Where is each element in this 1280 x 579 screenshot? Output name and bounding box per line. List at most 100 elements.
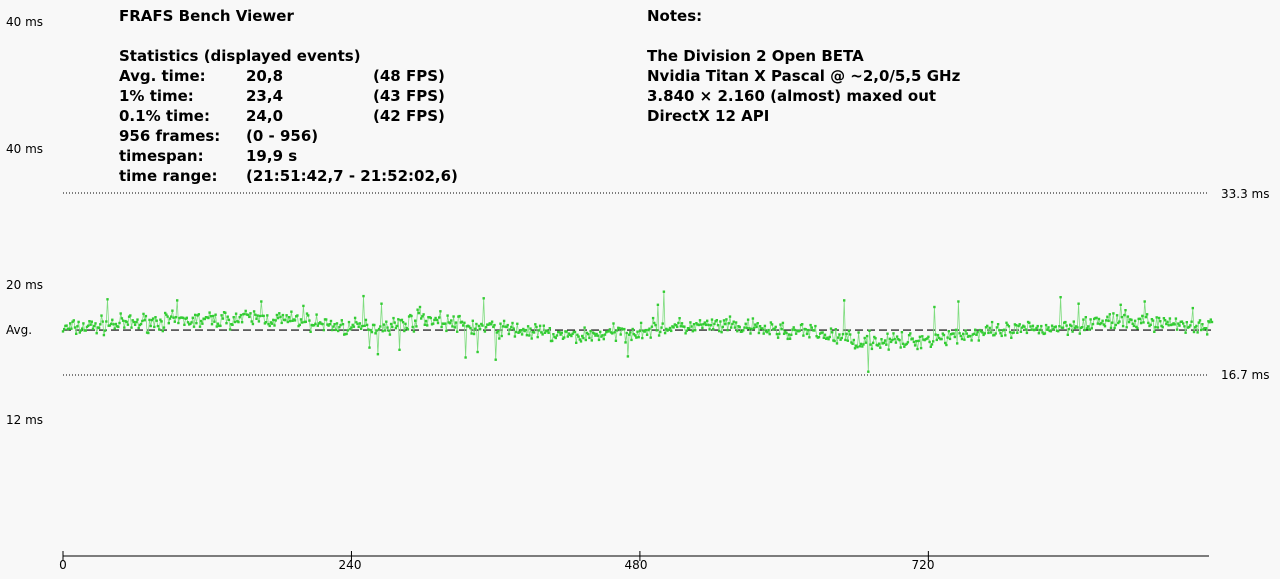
frame-point xyxy=(137,326,140,330)
stat-label-timespan: timespan: xyxy=(119,147,204,165)
frame-point xyxy=(450,319,453,322)
frame-point xyxy=(220,314,223,317)
frame-point xyxy=(645,333,649,336)
frame-point xyxy=(61,330,65,333)
frame-point xyxy=(373,323,376,327)
frame-point xyxy=(1038,328,1042,332)
frame-point xyxy=(483,330,487,333)
frame-point xyxy=(615,329,619,332)
frame-point xyxy=(956,342,959,345)
stat-value-01pct: 24,0 xyxy=(246,107,284,125)
frame-point xyxy=(1173,323,1176,326)
frame-point xyxy=(1019,330,1023,333)
frame-point xyxy=(626,355,630,358)
frame-point xyxy=(350,326,353,329)
frame-point xyxy=(260,300,263,303)
frame-point xyxy=(513,335,517,338)
frame-point xyxy=(752,326,756,330)
frame-point xyxy=(1010,336,1013,339)
frame-point xyxy=(251,322,255,326)
frame-point xyxy=(1136,327,1139,330)
frame-point xyxy=(612,322,615,325)
frame-point xyxy=(975,333,978,336)
frame-point xyxy=(770,323,774,326)
frame-point xyxy=(502,319,506,323)
frame-point xyxy=(1091,322,1095,326)
frame-point xyxy=(404,322,407,325)
frame-point xyxy=(474,327,477,330)
frame-point xyxy=(840,336,843,340)
frame-point xyxy=(1081,326,1084,329)
frame-point xyxy=(1108,313,1111,316)
frame-point xyxy=(987,331,990,335)
frame-point xyxy=(287,316,291,319)
frame-point xyxy=(871,341,875,344)
frame-point xyxy=(244,309,247,313)
frame-point xyxy=(921,335,924,338)
frame-point xyxy=(1067,327,1071,331)
frame-point xyxy=(1106,315,1109,318)
frame-point xyxy=(644,328,648,332)
frame-point xyxy=(358,322,362,325)
frame-point xyxy=(111,318,114,321)
frame-point xyxy=(888,337,892,340)
frame-point xyxy=(579,340,583,343)
frame-point xyxy=(725,318,728,321)
frame-point xyxy=(1064,320,1067,324)
frame-point xyxy=(793,328,797,332)
frame-point xyxy=(635,336,638,339)
frame-point xyxy=(1149,323,1152,326)
frame-point xyxy=(1163,319,1167,322)
frame-point xyxy=(660,326,663,329)
frame-point xyxy=(613,331,616,334)
frame-point xyxy=(691,330,694,333)
frame-point xyxy=(130,326,133,329)
stat-value-timespan: 19,9 s xyxy=(246,147,298,165)
frame-point xyxy=(1115,314,1119,317)
frame-point xyxy=(482,297,485,300)
frame-point xyxy=(880,338,883,341)
frame-point xyxy=(100,314,103,317)
frame-point xyxy=(958,332,961,335)
frame-point xyxy=(506,323,509,327)
frame-point xyxy=(95,332,98,335)
frame-point xyxy=(1112,312,1115,315)
frame-point xyxy=(1109,326,1113,329)
frame-point xyxy=(1100,321,1103,325)
frame-point xyxy=(560,331,563,334)
frame-point xyxy=(162,326,166,329)
frame-point xyxy=(566,335,569,338)
frame-point xyxy=(953,335,956,339)
frame-point xyxy=(507,332,511,336)
frame-point xyxy=(587,332,590,336)
frame-point xyxy=(530,337,533,340)
frame-point xyxy=(1209,318,1212,321)
frame-point xyxy=(424,319,428,323)
frame-point xyxy=(1139,321,1143,325)
frame-point xyxy=(359,327,363,330)
frame-point xyxy=(132,320,136,324)
frame-point xyxy=(648,327,651,330)
frame-point xyxy=(808,336,811,339)
frame-point xyxy=(599,330,602,333)
frame-point xyxy=(114,322,118,326)
stat-fps-01pct: (42 FPS) xyxy=(373,107,445,125)
frame-point xyxy=(1097,317,1101,321)
frame-point xyxy=(972,332,976,336)
frame-point xyxy=(144,314,148,318)
frame-point xyxy=(623,327,626,331)
frame-point xyxy=(1018,323,1021,326)
frame-point xyxy=(1198,319,1202,322)
frame-point xyxy=(1012,331,1015,334)
frame-point xyxy=(525,334,529,337)
frame-point xyxy=(1103,325,1107,328)
frame-point xyxy=(794,332,798,335)
frame-point xyxy=(365,323,369,327)
frame-point xyxy=(998,329,1001,332)
frame-point xyxy=(221,317,225,320)
frame-point xyxy=(308,319,311,322)
frame-point xyxy=(444,322,447,325)
frame-point xyxy=(284,318,287,322)
frame-point xyxy=(101,320,104,323)
stat-value-avg: 20,8 xyxy=(246,67,284,85)
